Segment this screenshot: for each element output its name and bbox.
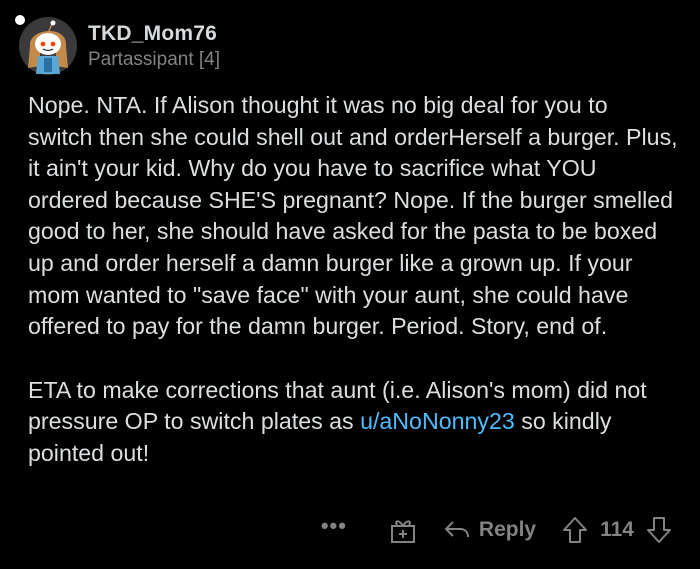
comment-paragraph: Nope. NTA. If Alison thought it was no b…: [28, 92, 678, 340]
avatar[interactable]: [15, 15, 78, 76]
more-options-button[interactable]: •••: [321, 513, 347, 539]
username[interactable]: TKD_Mom76: [88, 22, 220, 46]
comment-header: TKD_Mom76 Partassipant [4]: [15, 14, 220, 78]
reply-arrow-icon: [444, 521, 469, 538]
user-flair: Partassipant [4]: [88, 48, 221, 70]
comment: TKD_Mom76 Partassipant [4] Nope. NTA. If…: [0, 0, 700, 569]
avatar-icon: [19, 17, 77, 75]
downvote-arrow-icon: [647, 517, 671, 543]
reply-label: Reply: [478, 518, 537, 541]
comment-body: Nope. NTA. If Alison thought it was no b…: [28, 90, 678, 470]
user-mention-link[interactable]: u/aNoNonny23: [360, 408, 515, 434]
comment-actions: ••• Reply 114: [321, 512, 672, 548]
vote-score: 114: [600, 518, 634, 541]
downvote-button[interactable]: [646, 516, 672, 544]
gift-icon: [390, 520, 415, 543]
upvote-arrow-icon: [563, 517, 588, 543]
online-dot-icon: [15, 15, 25, 25]
upvote-button[interactable]: [562, 516, 588, 544]
reply-button[interactable]: Reply: [443, 518, 536, 542]
award-button[interactable]: [389, 516, 417, 544]
comment-edit-paragraph: ETA to make corrections that aunt (i.e. …: [28, 375, 678, 470]
user-meta: TKD_Mom76 Partassipant [4]: [88, 22, 220, 71]
